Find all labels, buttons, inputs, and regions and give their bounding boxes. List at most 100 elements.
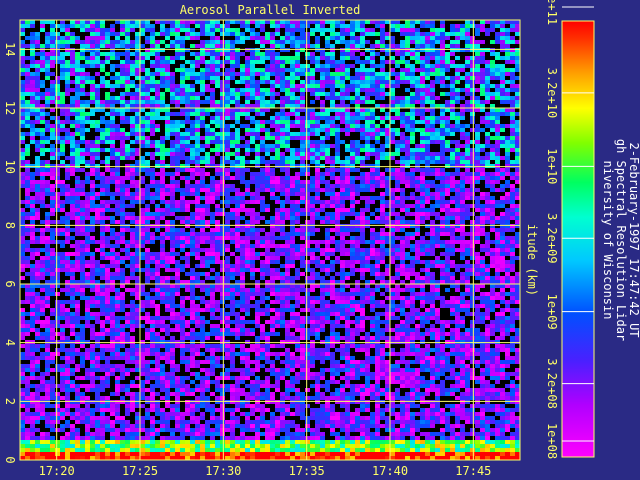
heatmap-cell [300, 96, 305, 100]
heatmap-cell [65, 204, 70, 208]
heatmap-cell [360, 124, 365, 128]
heatmap-cell [350, 76, 355, 80]
heatmap-cell [460, 140, 465, 144]
heatmap-cell [70, 120, 75, 124]
heatmap-cell [410, 168, 415, 172]
heatmap-cell [105, 164, 110, 168]
heatmap-cell [210, 60, 215, 64]
heatmap-cell [510, 140, 515, 144]
heatmap-cell [150, 164, 155, 168]
heatmap-cell [335, 196, 340, 200]
heatmap-cell [495, 152, 500, 156]
heatmap-cell [415, 184, 420, 188]
heatmap-cell [205, 196, 210, 200]
heatmap-cell [355, 156, 360, 160]
heatmap-cell [390, 24, 395, 28]
heatmap-cell [205, 204, 210, 208]
heatmap-cell [350, 120, 355, 124]
heatmap-cell [250, 20, 255, 24]
heatmap-cell [395, 136, 400, 140]
heatmap-cell [190, 44, 195, 48]
heatmap-cell [245, 148, 250, 152]
heatmap-cell [250, 196, 255, 200]
heatmap-cell [430, 164, 435, 168]
heatmap-cell [155, 48, 160, 52]
heatmap-cell [110, 156, 115, 160]
heatmap-cell [130, 132, 135, 136]
heatmap-cell [125, 40, 130, 44]
heatmap-cell [285, 28, 290, 32]
heatmap-cell [355, 68, 360, 72]
heatmap-cell [360, 68, 365, 72]
heatmap-cell [165, 120, 170, 124]
heatmap-cell [435, 124, 440, 128]
heatmap-cell [280, 120, 285, 124]
heatmap-cell [200, 128, 205, 132]
heatmap-cell [180, 28, 185, 32]
heatmap-cell [175, 120, 180, 124]
heatmap-cell [340, 200, 345, 204]
heatmap-cell [110, 196, 115, 200]
heatmap-cell [255, 124, 260, 128]
heatmap-cell [295, 200, 300, 204]
heatmap-cell [365, 84, 370, 88]
heatmap-cell [120, 44, 125, 48]
heatmap-cell [200, 152, 205, 156]
heatmap-cell [40, 92, 45, 96]
heatmap-cell [490, 160, 495, 164]
heatmap-cell [40, 180, 45, 184]
heatmap-cell [95, 120, 100, 124]
heatmap-cell [125, 216, 130, 220]
heatmap-cell [140, 68, 145, 72]
heatmap-cell [135, 80, 140, 84]
heatmap-cell [125, 196, 130, 200]
heatmap-cell [190, 72, 195, 76]
heatmap-cell [20, 144, 25, 148]
heatmap-cell [285, 152, 290, 156]
heatmap-cell [220, 76, 225, 80]
heatmap-cell [390, 152, 395, 156]
heatmap-cell [45, 36, 50, 40]
heatmap-cell [70, 164, 75, 168]
heatmap-cell [255, 84, 260, 88]
heatmap-cell [150, 72, 155, 76]
heatmap-cell [135, 64, 140, 68]
heatmap-cell [455, 156, 460, 160]
heatmap-cell [20, 184, 25, 188]
heatmap-cell [105, 144, 110, 148]
heatmap-cell [230, 208, 235, 212]
heatmap-cell [75, 40, 80, 44]
heatmap-cell [250, 216, 255, 220]
heatmap-cell [440, 32, 445, 36]
heatmap-cell [295, 72, 300, 76]
heatmap-cell [430, 28, 435, 32]
heatmap-cell [260, 204, 265, 208]
heatmap-cell [370, 32, 375, 36]
heatmap-cell [250, 96, 255, 100]
heatmap-cell [155, 168, 160, 172]
heatmap-cell [470, 20, 475, 24]
heatmap-cell [40, 148, 45, 152]
heatmap-cell [105, 152, 110, 156]
heatmap-cell [270, 56, 275, 60]
heatmap-cell [395, 76, 400, 80]
heatmap-cell [425, 164, 430, 168]
heatmap-cell [320, 92, 325, 96]
heatmap-cell [430, 196, 435, 200]
heatmap-cell [495, 52, 500, 56]
heatmap-cell [290, 164, 295, 168]
heatmap-cell [425, 36, 430, 40]
heatmap-cell [440, 40, 445, 44]
heatmap-cell [330, 96, 335, 100]
heatmap-cell [265, 180, 270, 184]
heatmap-cell [430, 208, 435, 212]
heatmap-cell [310, 24, 315, 28]
heatmap-cell [65, 212, 70, 216]
heatmap-cell [505, 144, 510, 148]
heatmap-cell [265, 52, 270, 56]
heatmap-cell [480, 92, 485, 96]
heatmap-cell [435, 132, 440, 136]
heatmap-cell [295, 208, 300, 212]
heatmap-cell [295, 156, 300, 160]
heatmap-cell [505, 164, 510, 168]
